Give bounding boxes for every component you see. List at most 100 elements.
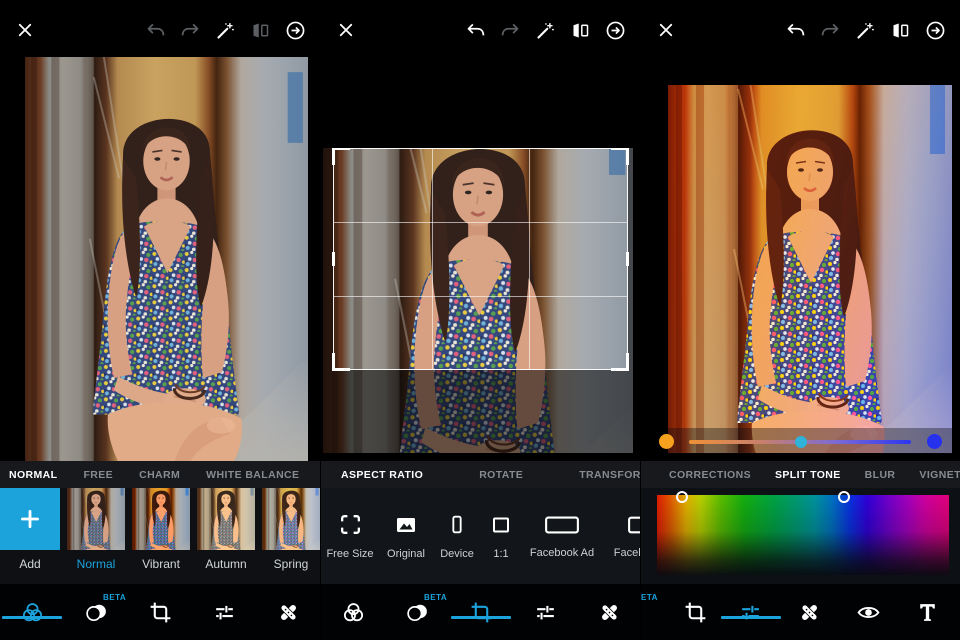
undo-icon[interactable] <box>143 18 167 42</box>
healing-tool-button[interactable] <box>577 584 640 640</box>
mixer-tool-button[interactable]: BETA <box>64 584 128 640</box>
tab-free[interactable]: FREE <box>83 469 113 481</box>
highlight-color-dot[interactable] <box>659 434 674 449</box>
shadow-color-dot[interactable] <box>927 434 942 449</box>
photo-canvas <box>668 85 952 453</box>
option-device[interactable]: Device <box>435 512 479 560</box>
looks-tool-button[interactable] <box>321 584 385 640</box>
tab-split-tone[interactable]: SPLIT TONE <box>775 469 841 481</box>
highlight-picker-handle[interactable] <box>676 491 688 503</box>
filter-thumb-spring[interactable]: Spring <box>262 488 320 584</box>
tab-aspect-ratio[interactable]: ASPECT RATIO <box>341 469 423 481</box>
crop-tool-button[interactable] <box>675 584 715 640</box>
top-toolbar <box>321 0 640 60</box>
tab-blur[interactable]: BLUR <box>865 469 896 481</box>
crop-tool-button[interactable] <box>128 584 192 640</box>
beta-badge-partial: ETA <box>641 593 658 602</box>
add-filter-cell[interactable]: Add <box>0 488 60 584</box>
add-filter-button[interactable] <box>0 488 60 550</box>
warm-overlay <box>668 85 952 453</box>
redo-icon[interactable] <box>818 18 842 42</box>
option-1-1[interactable]: 1:1 <box>483 512 519 560</box>
thumb-label: Normal <box>77 557 116 571</box>
before-after-icon[interactable] <box>888 18 912 42</box>
option-original[interactable]: Original <box>381 513 431 560</box>
photo-canvas[interactable] <box>323 148 633 453</box>
next-icon[interactable] <box>923 18 947 42</box>
option-facebook-ad[interactable]: Facebook Ad <box>523 514 601 559</box>
crop-icon <box>148 600 173 625</box>
option-label: Facebook Pro <box>614 547 640 559</box>
option-facebook-pro[interactable]: Facebook Pro <box>605 514 640 559</box>
grid-line-horizontal <box>334 296 627 297</box>
tab-rotate[interactable]: ROTATE <box>479 469 523 481</box>
filter-thumb-vibrant[interactable]: Vibrant <box>132 488 190 584</box>
magic-wand-icon[interactable] <box>853 18 877 42</box>
bottom-toolbar: BETA <box>321 584 640 640</box>
eye-icon <box>856 600 881 625</box>
thumb-label: Vibrant <box>142 557 180 571</box>
adjustments-tool-button[interactable] <box>513 584 577 640</box>
crop-handle-right[interactable] <box>626 252 629 266</box>
crop-handle-top-right[interactable] <box>611 148 629 165</box>
undo-icon[interactable] <box>783 18 807 42</box>
shadow-picker-handle[interactable] <box>838 491 850 503</box>
mixer-icon <box>405 600 430 625</box>
healing-tool-button[interactable] <box>789 584 829 640</box>
tab-white-balance[interactable]: WHITE BALANCE <box>206 469 299 481</box>
healing-tool-button[interactable] <box>256 584 320 640</box>
crop-tool-button[interactable] <box>449 584 513 640</box>
crop-handle-left[interactable] <box>332 252 335 266</box>
mixer-tool-button[interactable]: BETA <box>385 584 449 640</box>
top-toolbar <box>0 0 320 60</box>
filters-screen: NORMAL FREE CHARM WHITE BALANCE BLACK & … <box>0 0 320 640</box>
filter-thumb-normal[interactable]: Normal <box>67 488 125 584</box>
close-icon[interactable] <box>334 18 358 42</box>
hue-gradient-picker[interactable] <box>657 495 949 575</box>
next-icon[interactable] <box>603 18 627 42</box>
redo-icon[interactable] <box>178 18 202 42</box>
balance-slider-handle[interactable] <box>795 436 807 448</box>
text-icon <box>915 600 940 625</box>
tab-vignette[interactable]: VIGNETTE <box>919 469 960 481</box>
crop-handle-bottom-left[interactable] <box>332 353 350 371</box>
crop-handle-bottom-right[interactable] <box>611 353 629 371</box>
option-label: Device <box>440 548 474 560</box>
text-tool-button[interactable] <box>907 584 947 640</box>
magic-wand-icon[interactable] <box>533 18 557 42</box>
looks-tool-button[interactable] <box>0 584 64 640</box>
undo-icon[interactable] <box>463 18 487 42</box>
close-icon[interactable] <box>13 18 37 42</box>
tab-transform[interactable]: TRANSFORM <box>579 469 640 481</box>
close-icon[interactable] <box>654 18 678 42</box>
adjustments-tool-button[interactable] <box>730 584 770 640</box>
looks-icon <box>20 600 45 625</box>
add-label: Add <box>19 557 40 571</box>
red-eye-tool-button[interactable] <box>848 584 888 640</box>
tab-normal[interactable]: NORMAL <box>9 469 57 481</box>
thumb-label: Spring <box>274 557 309 571</box>
before-after-icon[interactable] <box>568 18 592 42</box>
healing-icon <box>597 600 622 625</box>
option-label: Facebook Ad <box>530 547 594 559</box>
adjustments-icon <box>738 600 763 625</box>
magic-wand-icon[interactable] <box>213 18 237 42</box>
looks-icon <box>341 600 366 625</box>
active-tool-underline <box>451 616 511 619</box>
crop-mode-tabs: ASPECT RATIO ROTATE TRANSFORM <box>321 461 640 488</box>
filter-thumb-autumn[interactable]: Autumn <box>197 488 255 584</box>
option-label: 1:1 <box>493 548 508 560</box>
option-label: Free Size <box>326 548 373 560</box>
crop-icon <box>469 600 494 625</box>
crop-rectangle[interactable] <box>333 148 628 370</box>
option-free-size[interactable]: Free Size <box>323 512 377 560</box>
crop-screen: ASPECT RATIO ROTATE TRANSFORM Free Size … <box>320 0 640 640</box>
tab-charm[interactable]: CHARM <box>139 469 180 481</box>
redo-icon[interactable] <box>498 18 522 42</box>
adjustments-icon <box>212 600 237 625</box>
adjustments-tool-button[interactable] <box>192 584 256 640</box>
tab-corrections[interactable]: CORRECTIONS <box>669 469 751 481</box>
next-icon[interactable] <box>283 18 307 42</box>
before-after-icon[interactable] <box>248 18 272 42</box>
crop-handle-top-left[interactable] <box>332 148 350 165</box>
